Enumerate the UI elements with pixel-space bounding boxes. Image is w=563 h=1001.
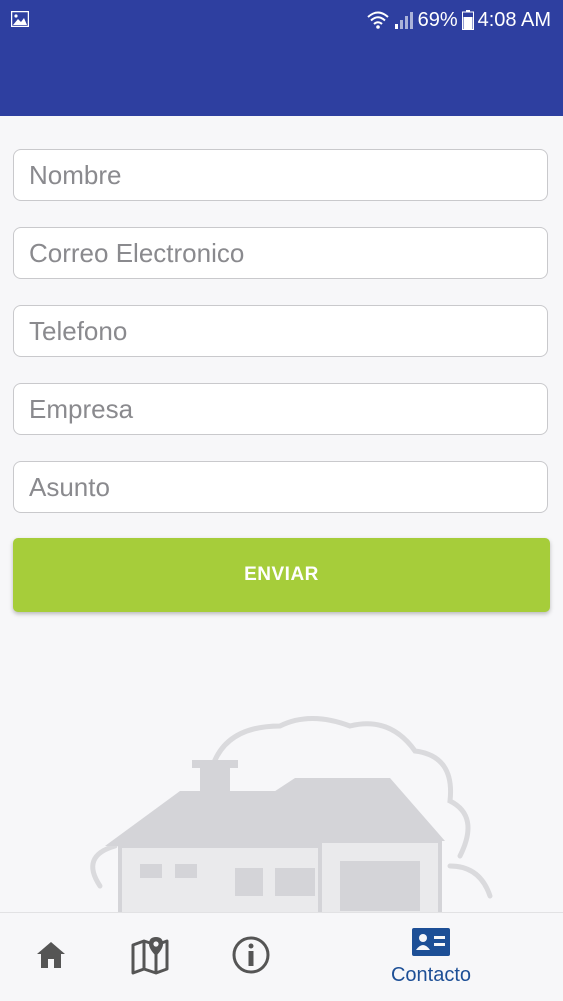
name-field[interactable]: [13, 149, 548, 201]
battery-icon: [461, 10, 474, 30]
info-icon: [231, 935, 271, 980]
nav-info[interactable]: [228, 913, 274, 1001]
send-button[interactable]: ENVIAR: [13, 538, 550, 612]
home-icon: [35, 940, 67, 975]
wifi-icon: [366, 10, 390, 30]
subject-field[interactable]: [13, 461, 548, 513]
map-icon: [130, 935, 170, 980]
nav-contacto[interactable]: Contacto: [378, 913, 484, 1001]
battery-percent: 69%: [417, 8, 458, 31]
phone-field[interactable]: [13, 305, 548, 357]
nav-map[interactable]: [127, 913, 173, 1001]
house-illustration: [90, 716, 493, 912]
contact-card-icon: [411, 927, 451, 962]
image-icon: [10, 10, 30, 32]
email-field[interactable]: [13, 227, 548, 279]
bottom-navigation: Contacto: [0, 912, 563, 1001]
status-bar: 69% 4:08 AM: [0, 0, 563, 40]
app-bar: [0, 40, 563, 116]
status-indicators: 69% 4:08 AM: [366, 7, 551, 33]
clock-time: 4:08 AM: [477, 8, 551, 31]
contact-form: ENVIAR: [0, 116, 563, 912]
signal-icon: [394, 10, 414, 30]
nav-contacto-label: Contacto: [390, 964, 472, 986]
nav-home[interactable]: [28, 913, 74, 1001]
company-field[interactable]: [13, 383, 548, 435]
